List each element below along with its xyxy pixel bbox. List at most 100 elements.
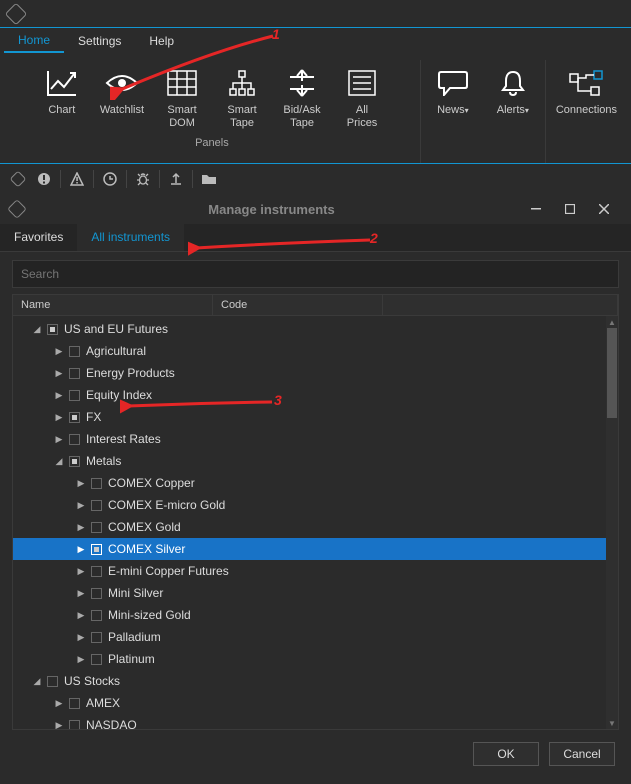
checkbox[interactable] — [69, 698, 80, 709]
scrollbar-thumb[interactable] — [607, 328, 617, 418]
checkbox[interactable] — [91, 588, 102, 599]
expand-icon[interactable]: ▶ — [75, 521, 87, 533]
checkbox[interactable] — [91, 654, 102, 665]
scrollbar[interactable]: ▲ ▼ — [606, 316, 618, 729]
checkbox[interactable] — [69, 434, 80, 445]
tree-row-platinum[interactable]: ▶ Platinum — [13, 648, 618, 670]
ribbon-bidask-button[interactable]: Bid/Ask Tape — [272, 60, 332, 135]
checkbox[interactable] — [91, 566, 102, 577]
search-input[interactable] — [13, 261, 618, 287]
tree-row-us-eu-futures[interactable]: ◢ US and EU Futures — [13, 318, 618, 340]
menu-home[interactable]: Home — [4, 29, 64, 53]
collapse-icon[interactable]: ◢ — [53, 455, 65, 467]
tree-row-emini-copper[interactable]: ▶ E-mini Copper Futures — [13, 560, 618, 582]
menu-settings[interactable]: Settings — [64, 30, 135, 52]
tree-row-metals[interactable]: ◢ Metals — [13, 450, 618, 472]
ribbon-chart-button[interactable]: Chart — [32, 60, 92, 135]
checkbox[interactable] — [69, 720, 80, 731]
tree-row-energy[interactable]: ▶ Energy Products — [13, 362, 618, 384]
scroll-down-icon[interactable]: ▼ — [606, 717, 618, 729]
maximize-button[interactable] — [553, 195, 587, 223]
checkbox[interactable] — [91, 632, 102, 643]
tree-row-palladium[interactable]: ▶ Palladium — [13, 626, 618, 648]
menu-help[interactable]: Help — [135, 30, 188, 52]
expand-icon[interactable]: ▶ — [75, 609, 87, 621]
expand-icon[interactable]: ▶ — [53, 367, 65, 379]
minimize-button[interactable] — [519, 195, 553, 223]
expand-icon[interactable]: ▶ — [75, 653, 87, 665]
checkbox[interactable] — [69, 346, 80, 357]
ribbon-smartdom-button[interactable]: Smart DOM — [152, 60, 212, 135]
ok-button[interactable]: OK — [473, 742, 539, 766]
collapse-icon[interactable]: ◢ — [31, 323, 43, 335]
checkbox[interactable] — [91, 610, 102, 621]
checkbox[interactable] — [69, 390, 80, 401]
tree-row-comex-gold[interactable]: ▶ COMEX Gold — [13, 516, 618, 538]
collapse-icon[interactable]: ◢ — [31, 675, 43, 687]
expand-icon[interactable]: ▶ — [75, 587, 87, 599]
column-header-name[interactable]: Name — [13, 295, 213, 315]
ribbon-alerts-button[interactable]: Alerts▾ — [483, 60, 543, 123]
tree-row-equity[interactable]: ▶ Equity Index — [13, 384, 618, 406]
ribbon-allprices-button[interactable]: All Prices — [332, 60, 392, 135]
dialog-titlebar: Manage instruments — [0, 194, 631, 224]
expand-icon[interactable]: ▶ — [53, 411, 65, 423]
checkbox[interactable] — [69, 456, 80, 467]
expand-icon[interactable]: ▶ — [53, 719, 65, 730]
checkbox[interactable] — [69, 412, 80, 423]
expand-icon[interactable]: ▶ — [53, 697, 65, 709]
column-header-code[interactable]: Code — [213, 295, 383, 315]
checkbox[interactable] — [47, 676, 58, 687]
checkbox[interactable] — [91, 544, 102, 555]
tree-row-comex-silver[interactable]: ▶ COMEX Silver — [13, 538, 618, 560]
expand-icon[interactable]: ▶ — [53, 389, 65, 401]
tb-logo-icon[interactable] — [6, 167, 30, 191]
expand-icon[interactable]: ▶ — [53, 345, 65, 357]
ribbon-news-button[interactable]: News▾ — [423, 60, 483, 123]
ribbon-watchlist-button[interactable]: Watchlist — [92, 60, 152, 135]
warning-icon[interactable] — [65, 167, 89, 191]
tree-row-mini-silver[interactable]: ▶ Mini Silver — [13, 582, 618, 604]
scroll-up-icon[interactable]: ▲ — [606, 316, 618, 328]
expand-icon[interactable]: ▶ — [75, 565, 87, 577]
tree-row-mini-gold[interactable]: ▶ Mini-sized Gold — [13, 604, 618, 626]
ribbon-allprices-label: All Prices — [347, 104, 378, 129]
folder-icon[interactable] — [197, 167, 221, 191]
checkbox[interactable] — [47, 324, 58, 335]
expand-icon[interactable]: ▶ — [53, 433, 65, 445]
hierarchy-icon — [225, 66, 259, 100]
app-logo-icon — [5, 2, 28, 25]
expand-icon[interactable]: ▶ — [75, 631, 87, 643]
expand-icon[interactable]: ▶ — [75, 543, 87, 555]
close-button[interactable] — [587, 195, 621, 223]
expand-icon[interactable]: ▶ — [75, 477, 87, 489]
tree-row-us-stocks[interactable]: ◢ US Stocks — [13, 670, 618, 692]
expand-icon[interactable]: ▶ — [75, 499, 87, 511]
tab-favorites[interactable]: Favorites — [0, 224, 77, 251]
checkbox[interactable] — [91, 500, 102, 511]
tree-row-comex-copper[interactable]: ▶ COMEX Copper — [13, 472, 618, 494]
tree-row-fx[interactable]: ▶ FX — [13, 406, 618, 428]
clock-icon[interactable] — [98, 167, 122, 191]
tab-all-instruments[interactable]: All instruments — [77, 224, 184, 251]
exclamation-icon[interactable] — [32, 167, 56, 191]
tree-row-agricultural[interactable]: ▶ Agricultural — [13, 340, 618, 362]
ribbon-smarttape-button[interactable]: Smart Tape — [212, 60, 272, 135]
tree-label: Metals — [86, 454, 121, 468]
checkbox[interactable] — [69, 368, 80, 379]
checkbox[interactable] — [91, 522, 102, 533]
bug-icon[interactable] — [131, 167, 155, 191]
upload-icon[interactable] — [164, 167, 188, 191]
chart-icon — [45, 66, 79, 100]
ribbon-news-label: News▾ — [437, 104, 469, 117]
tree-row-interest[interactable]: ▶ Interest Rates — [13, 428, 618, 450]
tree-row-amex[interactable]: ▶ AMEX — [13, 692, 618, 714]
checkbox[interactable] — [91, 478, 102, 489]
tree-label: Palladium — [108, 630, 161, 644]
tree-row-nasdaq[interactable]: ▶ NASDAQ — [13, 714, 618, 730]
tree-row-comex-emicro-gold[interactable]: ▶ COMEX E-micro Gold — [13, 494, 618, 516]
ribbon-chart-label: Chart — [48, 104, 75, 117]
cancel-button[interactable]: Cancel — [549, 742, 615, 766]
tree-label: US and EU Futures — [64, 322, 168, 336]
ribbon-connections-button[interactable]: Connections — [548, 60, 625, 123]
